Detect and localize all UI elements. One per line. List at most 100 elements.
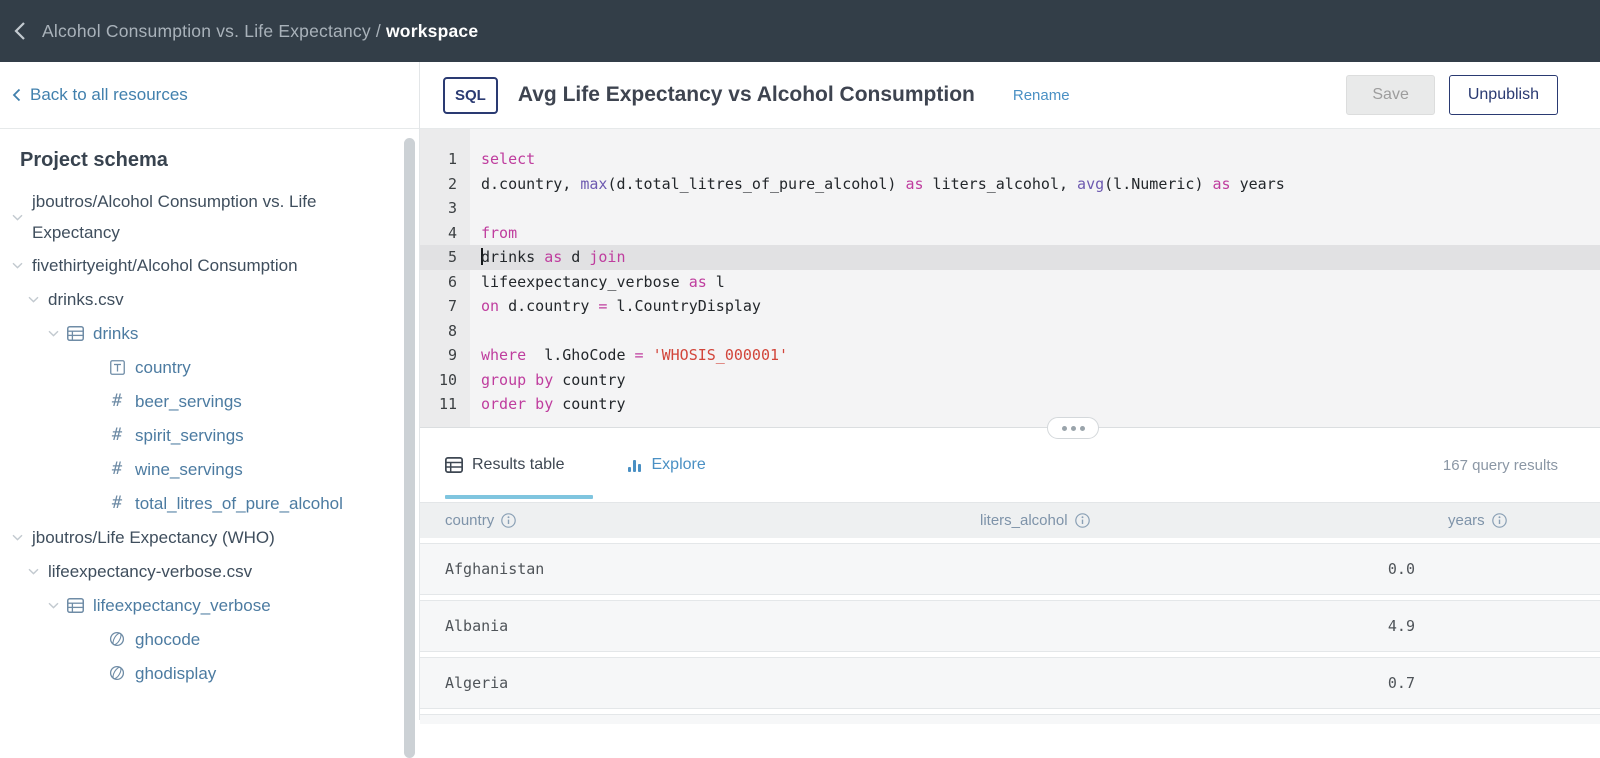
sql-editor[interactable]: 1 select 2 d.country, max(d.total_litres_of… [420, 129, 1600, 428]
table-row-algeria[interactable]: Algeria 0.7 [420, 657, 1600, 709]
tab-label: Explore [651, 456, 706, 473]
rename-link[interactable]: Rename [1013, 87, 1070, 104]
column-header-label: liters_alcohol [980, 512, 1068, 529]
chevron-down-icon[interactable] [28, 296, 40, 303]
editor-line-2[interactable]: 2 d.country, max(d.total_litres_of_pure_a… [420, 172, 1600, 197]
tree-item-label: country [135, 357, 191, 377]
tree-item-jboutros-alcohol-consumption-vs-life-expectancy[interactable]: jboutros/Alcohol Consumption vs. Life Ex… [12, 186, 393, 248]
tree-item-ghodisplay[interactable]: ghodisplay [12, 656, 393, 690]
table-row-afghanistan[interactable]: Afghanistan 0.0 [420, 543, 1600, 595]
column-header-liters-alcohol[interactable]: liters_alcohol [950, 512, 1420, 529]
back-to-resources-label: Back to all resources [30, 85, 188, 104]
line-code: select [481, 150, 536, 168]
resize-dot-icon [1079, 425, 1085, 431]
tree-item-label: jboutros/Life Expectancy (WHO) [32, 527, 275, 547]
tree-item-beer-servings[interactable]: # beer_servings [12, 384, 393, 418]
query-title: Avg Life Expectancy vs Alcohol Consumpti… [517, 83, 975, 106]
tree-item-drinks-csv[interactable]: drinks.csv [12, 282, 393, 316]
editor-line-11[interactable]: 11 order by country [420, 392, 1600, 417]
line-number: 10 [438, 370, 457, 389]
sidebar-scrollbar-thumb[interactable] [404, 138, 415, 758]
chevron-down-icon[interactable] [48, 330, 60, 337]
cell-country: Albania [445, 617, 509, 635]
line-code: drinks as d join [481, 248, 626, 266]
tree-item-label: jboutros/Alcohol Consumption vs. Life Ex… [32, 192, 317, 242]
column-header-country[interactable]: country [420, 512, 950, 529]
cell-liters-alcohol: 0.0 [1387, 560, 1415, 578]
back-to-resources-link[interactable]: Back to all resources [12, 85, 188, 105]
line-code: where l.GhoCode = 'WHOSIS_000001' [481, 346, 789, 364]
save-button[interactable]: Save [1346, 75, 1435, 115]
info-icon[interactable] [1074, 513, 1090, 528]
line-number: 2 [447, 174, 457, 193]
tab-explore[interactable]: Explore [627, 456, 706, 474]
editor-line-10[interactable]: 10 group by country [420, 368, 1600, 393]
number-column-icon: # [111, 458, 123, 479]
column-header-years[interactable]: years [1420, 512, 1600, 529]
chevron-down-icon[interactable] [12, 262, 24, 269]
tree-item-label: ghodisplay [135, 663, 217, 683]
unpublish-button[interactable]: Unpublish [1448, 75, 1558, 115]
editor-line-7[interactable]: 7 on d.country = l.CountryDisplay [420, 294, 1600, 319]
chevron-down-icon[interactable] [12, 534, 24, 541]
number-column-icon: # [111, 424, 123, 445]
tree-item-fivethirtyeight-alcohol-consumption[interactable]: fivethirtyeight/Alcohol Consumption [12, 248, 393, 282]
editor-line-3[interactable]: 3 [420, 196, 1600, 221]
line-code: order by country [481, 395, 626, 413]
tree-item-ghocode[interactable]: ghocode [12, 622, 393, 656]
tree-item-label: drinks.csv [48, 289, 124, 309]
panel-resize-handle[interactable] [1047, 417, 1099, 439]
explore-icon [627, 457, 643, 473]
number-column-icon: # [111, 492, 123, 513]
line-number: 8 [447, 321, 457, 340]
editor-line-4[interactable]: 4 from [420, 221, 1600, 246]
tree-item-lifeexpectancy-verbose-csv[interactable]: lifeexpectancy-verbose.csv [12, 554, 393, 588]
line-code: from [481, 223, 518, 242]
tab-results-table[interactable]: Results table [445, 456, 565, 474]
chevron-down-icon[interactable] [28, 568, 40, 575]
query-results-count: 167 query results [1442, 456, 1558, 474]
active-tab-underline [445, 495, 593, 499]
query-header: SQL Avg Life Expectancy vs Alcohol Consu… [420, 62, 1600, 129]
table-icon [66, 597, 84, 613]
info-icon[interactable] [501, 513, 517, 528]
back-chevron-icon[interactable] [14, 21, 26, 41]
workspace-label: workspace [386, 20, 479, 41]
editor-line-1[interactable]: 1 select [420, 147, 1600, 172]
tree-item-jboutros-life-expectancy-who[interactable]: jboutros/Life Expectancy (WHO) [12, 520, 393, 554]
line-number: 4 [447, 223, 457, 242]
results-table-body: Afghanistan 0.0 Albania 4.9 Algeria 0.7 [420, 543, 1600, 709]
project-schema-heading: Project schema [20, 149, 168, 171]
editor-line-6[interactable]: 6 lifeexpectancy_verbose as l [420, 270, 1600, 295]
cell-country: Afghanistan [445, 560, 545, 578]
editor-lines: 1 select 2 d.country, max(d.total_litres_of… [420, 147, 1600, 417]
resize-dot-icon [1061, 425, 1067, 431]
line-number: 5 [447, 248, 457, 266]
chevron-down-icon[interactable] [48, 602, 60, 609]
tree-item-total-litres-of-pure-alcohol[interactable]: # total_litres_of_pure_alcohol [12, 486, 393, 520]
editor-line-5[interactable]: 5 drinks as d join [420, 245, 1600, 270]
globe-icon [108, 631, 126, 647]
results-table-icon [445, 457, 463, 473]
tree-item-label: spirit_servings [135, 425, 244, 445]
workspace-breadcrumb: Alcohol Consumption vs. Life Expectancy … [42, 21, 478, 42]
resize-dot-icon [1070, 425, 1076, 431]
table-icon [66, 325, 84, 341]
chevron-down-icon[interactable] [12, 214, 24, 221]
line-code: on d.country = l.CountryDisplay [481, 297, 761, 315]
table-row-albania[interactable]: Albania 4.9 [420, 600, 1600, 652]
editor-line-9[interactable]: 9 where l.GhoCode = 'WHOSIS_000001' [420, 343, 1600, 368]
results-table-header: country liters_alcohol years [420, 502, 1600, 538]
info-icon[interactable] [1491, 513, 1507, 528]
tree-item-lifeexpectancy-verbose[interactable]: lifeexpectancy_verbose [12, 588, 393, 622]
line-number: 1 [447, 150, 457, 168]
line-number: 11 [438, 395, 457, 413]
line-number: 3 [447, 199, 457, 217]
tree-item-country[interactable]: country [12, 350, 393, 384]
tree-item-spirit-servings[interactable]: # spirit_servings [12, 418, 393, 452]
tree-item-wine-servings[interactable]: # wine_servings [12, 452, 393, 486]
editor-line-8[interactable]: 8 [420, 319, 1600, 344]
tree-item-drinks[interactable]: drinks [12, 316, 393, 350]
